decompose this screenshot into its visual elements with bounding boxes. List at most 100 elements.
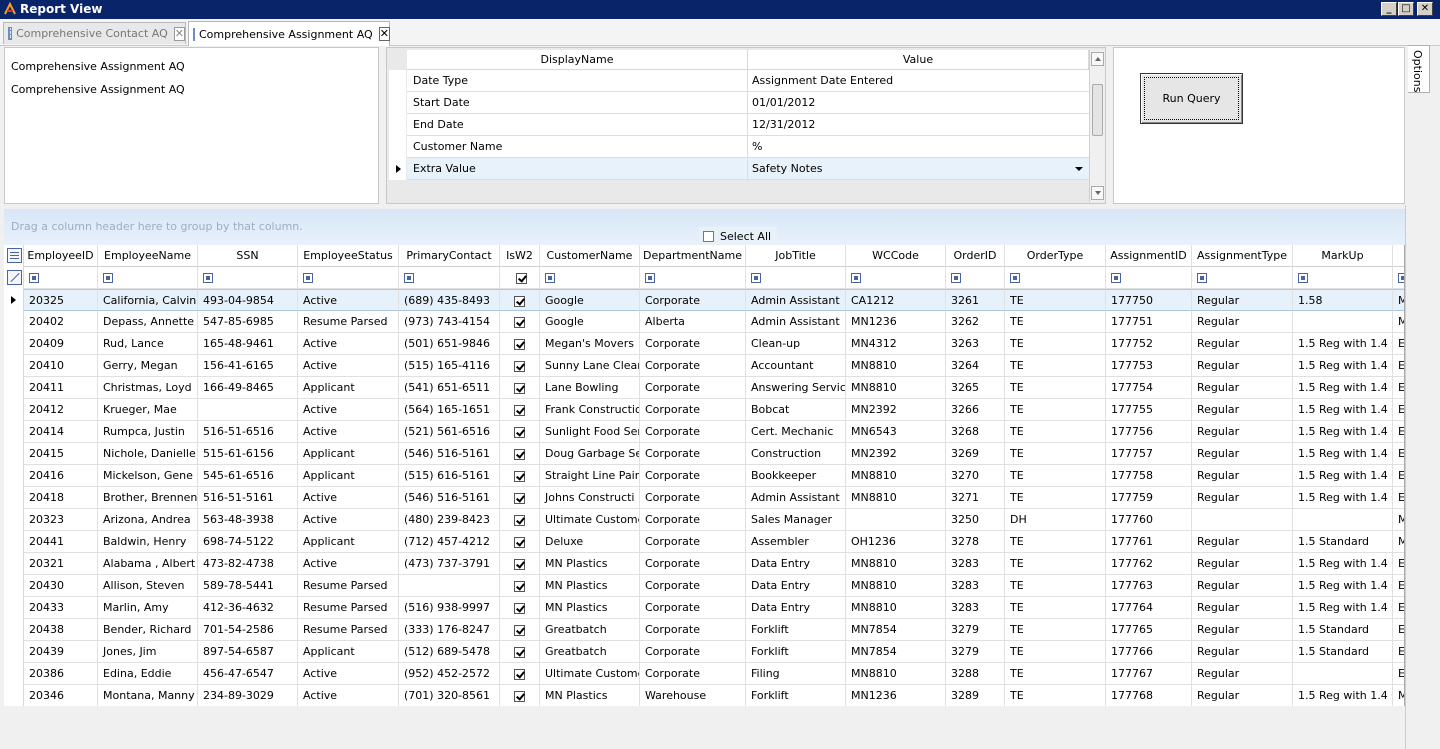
row-selector[interactable] <box>389 92 406 114</box>
table-cell[interactable]: Data Entry <box>746 597 846 619</box>
table-cell[interactable]: Applicant <box>298 531 399 553</box>
checkbox-checked-icon[interactable] <box>514 559 525 570</box>
param-value[interactable]: Assignment Date Entered <box>748 70 1089 92</box>
table-cell[interactable]: 589-78-5441 <box>198 575 298 597</box>
column-filter-cell[interactable] <box>298 267 399 289</box>
filter-icon[interactable] <box>951 273 961 283</box>
table-cell[interactable]: TE <box>1005 531 1106 553</box>
table-cell[interactable]: Alabama , Albert <box>98 553 198 575</box>
checkbox-checked-icon[interactable] <box>514 691 525 702</box>
table-cell[interactable]: California, Calvin <box>98 289 198 311</box>
table-cell[interactable]: 412-36-4632 <box>198 597 298 619</box>
table-row[interactable]: 20418 Brother, Brennen 516-51-5161 Active (5… <box>4 487 1404 509</box>
table-cell[interactable]: (516) 938-9997 <box>399 597 500 619</box>
table-cell[interactable]: E <box>1393 641 1404 663</box>
table-cell[interactable]: (333) 176-8247 <box>399 619 500 641</box>
table-row[interactable]: 20409 Rud, Lance 165-48-9461 Active (501) 65… <box>4 333 1404 355</box>
column-header[interactable]: EmployeeStatus <box>298 245 399 267</box>
table-cell[interactable]: Applicant <box>298 443 399 465</box>
filter-icon[interactable] <box>404 273 414 283</box>
table-cell[interactable]: 456-47-6547 <box>198 663 298 685</box>
column-filter-cell[interactable] <box>846 267 946 289</box>
table-cell[interactable]: 3263 <box>946 333 1005 355</box>
isw2-cell[interactable] <box>500 289 540 311</box>
table-cell[interactable]: Bender, Richard <box>98 619 198 641</box>
table-cell[interactable]: 3283 <box>946 553 1005 575</box>
filter-icon[interactable] <box>303 273 313 283</box>
table-cell[interactable]: 493-04-9854 <box>198 289 298 311</box>
table-cell[interactable]: 177752 <box>1106 333 1192 355</box>
isw2-cell[interactable] <box>500 487 540 509</box>
param-row[interactable]: Date Type Assignment Date Entered <box>389 70 1089 92</box>
table-cell[interactable]: 3271 <box>946 487 1005 509</box>
row-selector[interactable] <box>4 553 24 575</box>
table-cell[interactable]: 177756 <box>1106 421 1192 443</box>
param-scrollbar[interactable] <box>1089 50 1105 202</box>
table-cell[interactable]: M <box>1393 311 1404 333</box>
table-cell[interactable]: Nichole, Danielle <box>98 443 198 465</box>
table-cell[interactable]: 3269 <box>946 443 1005 465</box>
row-selector[interactable] <box>4 619 24 641</box>
table-cell[interactable]: 166-49-8465 <box>198 377 298 399</box>
filter-checkbox-icon[interactable] <box>516 273 527 284</box>
table-cell[interactable]: Corporate <box>640 333 746 355</box>
table-cell[interactable]: (546) 516-5161 <box>399 443 500 465</box>
table-cell[interactable]: Mickelson, Gene <box>98 465 198 487</box>
table-cell[interactable]: 1.5 Reg with 1.4 O <box>1293 333 1393 355</box>
tab-comprehensive-assignment-aq[interactable]: Comprehensive Assignment AQ ✕ <box>188 21 390 46</box>
table-cell[interactable]: Resume Parsed <box>298 575 399 597</box>
table-cell[interactable]: Cert. Mechanic <box>746 421 846 443</box>
table-cell[interactable]: MN Plastics <box>540 597 640 619</box>
table-cell[interactable]: Edina, Eddie <box>98 663 198 685</box>
filter-icon[interactable] <box>1010 273 1020 283</box>
checkbox-checked-icon[interactable] <box>514 339 525 350</box>
close-tab-icon[interactable]: ✕ <box>378 27 390 41</box>
table-cell[interactable]: 3264 <box>946 355 1005 377</box>
table-cell[interactable]: Admin Assistant <box>746 311 846 333</box>
table-cell[interactable] <box>846 509 946 531</box>
table-cell[interactable]: Corporate <box>640 355 746 377</box>
table-cell[interactable]: Corporate <box>640 575 746 597</box>
isw2-cell[interactable] <box>500 377 540 399</box>
table-cell[interactable]: DH <box>1005 509 1106 531</box>
table-cell[interactable]: Jones, Jim <box>98 641 198 663</box>
column-header[interactable]: SSN <box>198 245 298 267</box>
param-header-displayname[interactable]: DisplayName <box>407 50 748 70</box>
param-row-active[interactable]: Extra Value Safety Notes <box>389 158 1089 180</box>
table-cell[interactable]: Regular <box>1192 443 1293 465</box>
table-cell[interactable]: Sales Manager <box>746 509 846 531</box>
window-title-bar[interactable]: Report View _ □ ✕ <box>0 0 1440 19</box>
table-cell[interactable]: TE <box>1005 597 1106 619</box>
table-cell[interactable]: Regular <box>1192 597 1293 619</box>
row-selector[interactable] <box>389 158 406 180</box>
isw2-cell[interactable] <box>500 509 540 531</box>
table-cell[interactable]: 177757 <box>1106 443 1192 465</box>
table-cell[interactable]: 20441 <box>24 531 98 553</box>
select-all-checkbox[interactable]: Select All <box>699 227 777 245</box>
isw2-cell[interactable] <box>500 685 540 706</box>
filter-icon[interactable] <box>203 273 213 283</box>
table-cell[interactable]: CA1212 <box>846 289 946 311</box>
table-cell[interactable]: 563-48-3938 <box>198 509 298 531</box>
table-cell[interactable]: 234-89-3029 <box>198 685 298 706</box>
table-cell[interactable]: 1.5 Reg with 1.4 O <box>1293 685 1393 706</box>
row-selector[interactable] <box>389 70 406 92</box>
table-cell[interactable]: 3279 <box>946 619 1005 641</box>
column-filter-cell[interactable] <box>640 267 746 289</box>
table-cell[interactable]: E <box>1393 553 1404 575</box>
table-cell[interactable]: 20346 <box>24 685 98 706</box>
table-cell[interactable]: 516-51-6516 <box>198 421 298 443</box>
dropdown-arrow-icon[interactable] <box>1075 167 1083 171</box>
table-cell[interactable]: (689) 435-8493 <box>399 289 500 311</box>
table-row[interactable]: 20441 Baldwin, Henry 698-74-5122 Applicant(… <box>4 531 1404 553</box>
filter-icon[interactable] <box>103 273 113 283</box>
row-selector[interactable] <box>4 289 24 311</box>
checkbox-checked-icon[interactable] <box>514 647 525 658</box>
table-cell[interactable]: MN Plastics <box>540 685 640 706</box>
table-cell[interactable]: 3278 <box>946 531 1005 553</box>
isw2-cell[interactable] <box>500 663 540 685</box>
row-selector[interactable] <box>4 311 24 333</box>
table-cell[interactable]: 1.5 Reg with 1.4 O <box>1293 575 1393 597</box>
column-header[interactable]: EmployeeName <box>98 245 198 267</box>
table-cell[interactable]: Resume Parsed <box>298 311 399 333</box>
